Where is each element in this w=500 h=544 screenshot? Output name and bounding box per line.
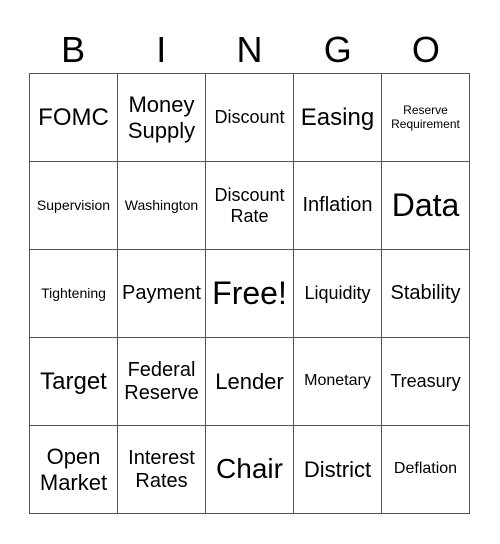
bingo-cell[interactable]: Treasury (381, 337, 469, 425)
bingo-cell[interactable]: Tightening (29, 249, 117, 337)
bingo-cell[interactable]: Washington (117, 161, 205, 249)
bingo-cell[interactable]: Supervision (29, 161, 117, 249)
bingo-cell[interactable]: Payment (117, 249, 205, 337)
bingo-cell[interactable]: Federal Reserve (117, 337, 205, 425)
bingo-cell[interactable]: Monetary (293, 337, 381, 425)
header-letter-i: I (156, 29, 167, 70)
bingo-cell[interactable]: Target (29, 337, 117, 425)
bingo-header: B I N G O (29, 28, 470, 72)
header-letter-o: O (411, 29, 440, 70)
header-letter-b: B (61, 29, 86, 70)
bingo-cell[interactable]: Chair (205, 425, 293, 513)
header-letter-g: G (323, 29, 352, 70)
bingo-cell[interactable]: Liquidity (293, 249, 381, 337)
bingo-cell[interactable]: Discount (205, 73, 293, 161)
free-space-cell[interactable]: Free! (205, 249, 293, 337)
bingo-cell[interactable]: Data (381, 161, 469, 249)
bingo-grid: FOMC Money Supply Discount Easing Reserv… (29, 73, 470, 514)
bingo-cell[interactable]: Money Supply (117, 73, 205, 161)
bingo-cell[interactable]: Deflation (381, 425, 469, 513)
header-letter-n: N (236, 29, 263, 70)
bingo-cell[interactable]: FOMC (29, 73, 117, 161)
bingo-cell[interactable]: Discount Rate (205, 161, 293, 249)
bingo-cell[interactable]: Lender (205, 337, 293, 425)
bingo-cell[interactable]: Inflation (293, 161, 381, 249)
bingo-cell[interactable]: Reserve Requirement (381, 73, 469, 161)
bingo-cell[interactable]: District (293, 425, 381, 513)
bingo-cell[interactable]: Open Market (29, 425, 117, 513)
bingo-cell[interactable]: Stability (381, 249, 469, 337)
bingo-cell[interactable]: Interest Rates (117, 425, 205, 513)
bingo-cell[interactable]: Easing (293, 73, 381, 161)
